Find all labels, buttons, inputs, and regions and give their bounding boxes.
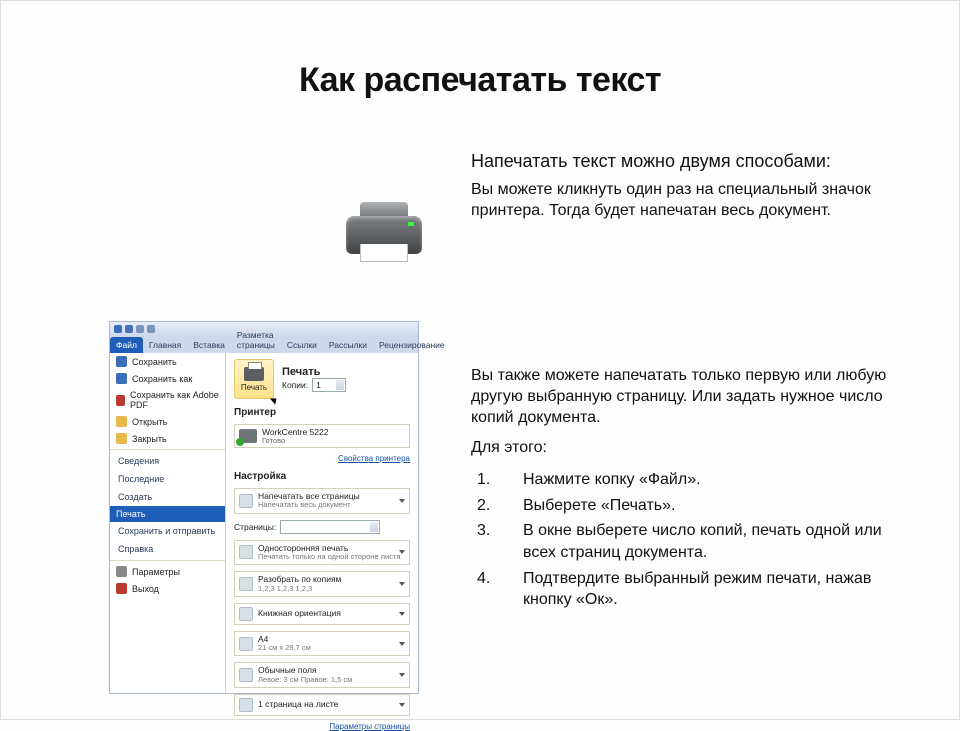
page-setup-link[interactable]: Параметры страницы [234, 722, 410, 731]
pages-icon [239, 494, 253, 508]
intro-lead: Напечатать текст можно двумя способами: [471, 151, 899, 172]
chevron-down-icon [399, 499, 405, 503]
copies-spinner[interactable]: 1 [312, 378, 346, 392]
oneside-icon [239, 545, 253, 559]
close-icon [116, 433, 127, 444]
tab-review[interactable]: Рецензирование [373, 337, 451, 353]
options-icon [116, 566, 127, 577]
step-4: Подтвердите выбранный режим печати, нажа… [477, 568, 899, 611]
pages-field-label: Страницы: [234, 522, 276, 532]
backstage-menu: Сохранить Сохранить как Сохранить как Ad… [110, 353, 226, 693]
menu-open[interactable]: Открыть [110, 413, 225, 430]
chevron-down-icon [399, 582, 405, 586]
slide-title: Как распечатать текст [1, 61, 959, 100]
step-1: Нажмите копку «Файл». [477, 469, 899, 491]
menu-new[interactable]: Создать [110, 488, 225, 506]
printer-icon [346, 196, 422, 266]
printer-device-icon [239, 429, 257, 443]
tab-home[interactable]: Главная [143, 337, 187, 353]
chevron-down-icon [399, 550, 405, 554]
intro-body: Вы можете кликнуть один раз на специальн… [471, 180, 899, 222]
chevron-down-icon [399, 673, 405, 677]
save-icon [116, 356, 127, 367]
opt-print-all[interactable]: Напечатать все страницыНапечатать весь д… [234, 488, 410, 514]
print-button[interactable]: Печать [234, 359, 274, 399]
menu-save-pdf[interactable]: Сохранить как Adobe PDF [110, 387, 225, 413]
tab-mailings[interactable]: Рассылки [323, 337, 373, 353]
printer-icon [244, 367, 264, 381]
collate-icon [239, 577, 253, 591]
printer-status: Готово [262, 437, 328, 445]
menu-info[interactable]: Сведения [110, 452, 225, 470]
tab-insert[interactable]: Вставка [187, 337, 231, 353]
open-icon [116, 416, 127, 427]
pages-input[interactable] [280, 520, 380, 534]
menu-share[interactable]: Сохранить и отправить [110, 522, 225, 540]
chevron-down-icon [399, 703, 405, 707]
save-icon[interactable] [125, 325, 133, 333]
portrait-icon [239, 607, 253, 621]
pdf-icon [116, 395, 125, 406]
detail-p1: Вы также можете напечатать только первую… [471, 366, 899, 428]
intro-text: Напечатать текст можно двумя способами: … [471, 151, 899, 222]
menu-help[interactable]: Справка [110, 540, 225, 558]
word-app-icon [114, 325, 122, 333]
step-2: Выберете «Печать». [477, 495, 899, 517]
tab-layout[interactable]: Разметка страницы [231, 327, 281, 353]
word-print-screenshot: Файл Главная Вставка Разметка страницы С… [109, 321, 419, 694]
print-heading: Печать [282, 366, 346, 378]
opt-one-sided[interactable]: Односторонняя печатьПечатать только на о… [234, 540, 410, 566]
chevron-down-icon [399, 612, 405, 616]
undo-icon[interactable] [136, 325, 144, 333]
cursor-icon [270, 395, 279, 404]
chevron-down-icon [399, 642, 405, 646]
printer-section-label: Принтер [234, 407, 410, 418]
opt-collate[interactable]: Разобрать по копиям1,2,3 1,2,3 1,2,3 [234, 571, 410, 597]
opt-orientation[interactable]: Книжная ориентация [234, 603, 410, 625]
settings-section-label: Настройка [234, 471, 410, 482]
sheet-icon [239, 698, 253, 712]
opt-margins[interactable]: Обычные поляЛевое: 3 см Правое: 1,5 см [234, 662, 410, 688]
opt-pages-per-sheet[interactable]: 1 страница на листе [234, 694, 410, 716]
detail-text: Вы также можете напечатать только первую… [471, 366, 899, 615]
copies-label: Копии: [282, 380, 308, 390]
menu-options[interactable]: Параметры [110, 563, 225, 580]
step-3: В окне выберете число копий, печать одно… [477, 520, 899, 563]
tab-references[interactable]: Ссылки [281, 337, 323, 353]
printer-properties-link[interactable]: Свойства принтера [234, 454, 410, 463]
menu-exit[interactable]: Выход [110, 580, 225, 597]
menu-recent[interactable]: Последние [110, 470, 225, 488]
ribbon-tabs[interactable]: Файл Главная Вставка Разметка страницы С… [110, 336, 418, 353]
menu-save-as[interactable]: Сохранить как [110, 370, 225, 387]
saveas-icon [116, 373, 127, 384]
menu-close[interactable]: Закрыть [110, 430, 225, 447]
a4-icon [239, 637, 253, 651]
print-panel: Печать Печать Копии: 1 Принтер WorkCentr… [226, 353, 418, 693]
redo-icon[interactable] [147, 325, 155, 333]
printer-selector[interactable]: WorkCentre 5222 Готово [234, 424, 410, 448]
detail-p2: Для этого: [471, 438, 899, 459]
menu-save[interactable]: Сохранить [110, 353, 225, 370]
menu-print[interactable]: Печать [110, 506, 225, 522]
exit-icon [116, 583, 127, 594]
opt-paper-size[interactable]: A421 см x 29,7 см [234, 631, 410, 657]
margins-icon [239, 668, 253, 682]
tab-file[interactable]: Файл [110, 337, 143, 353]
steps-list: Нажмите копку «Файл». Выберете «Печать».… [477, 469, 899, 611]
